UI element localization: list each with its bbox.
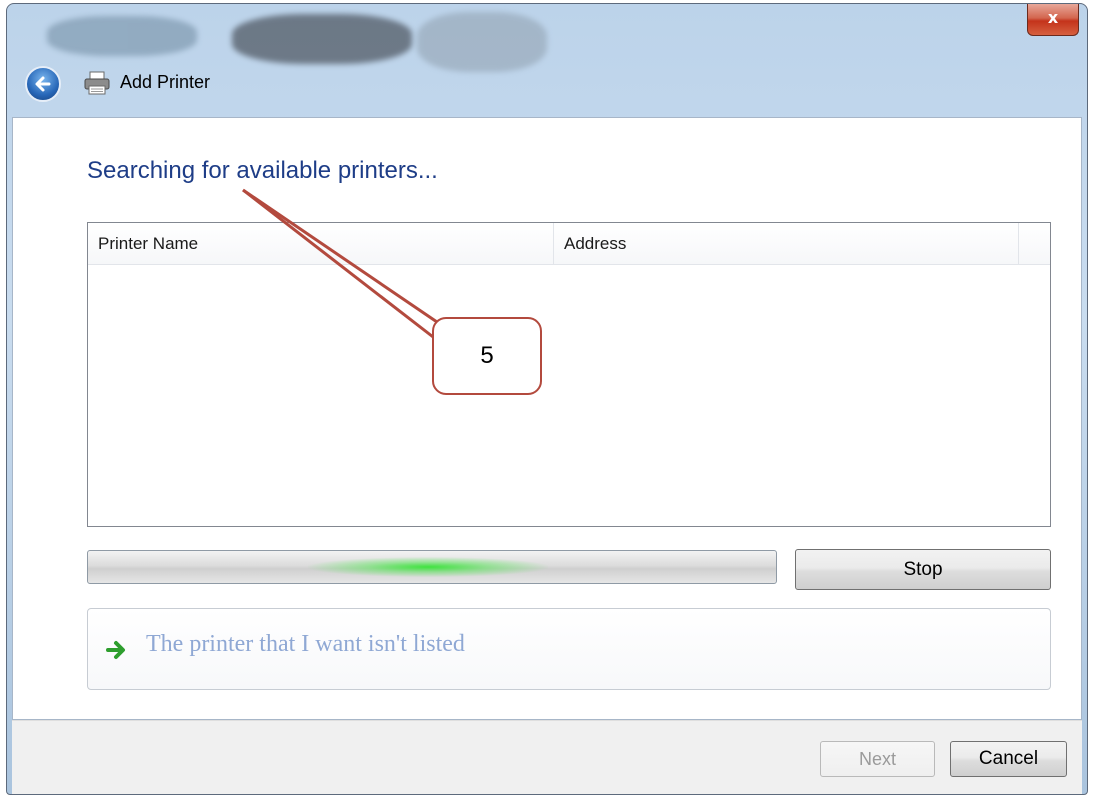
annotation-callout: 5 — [432, 317, 542, 395]
callout-pointer — [242, 188, 438, 342]
